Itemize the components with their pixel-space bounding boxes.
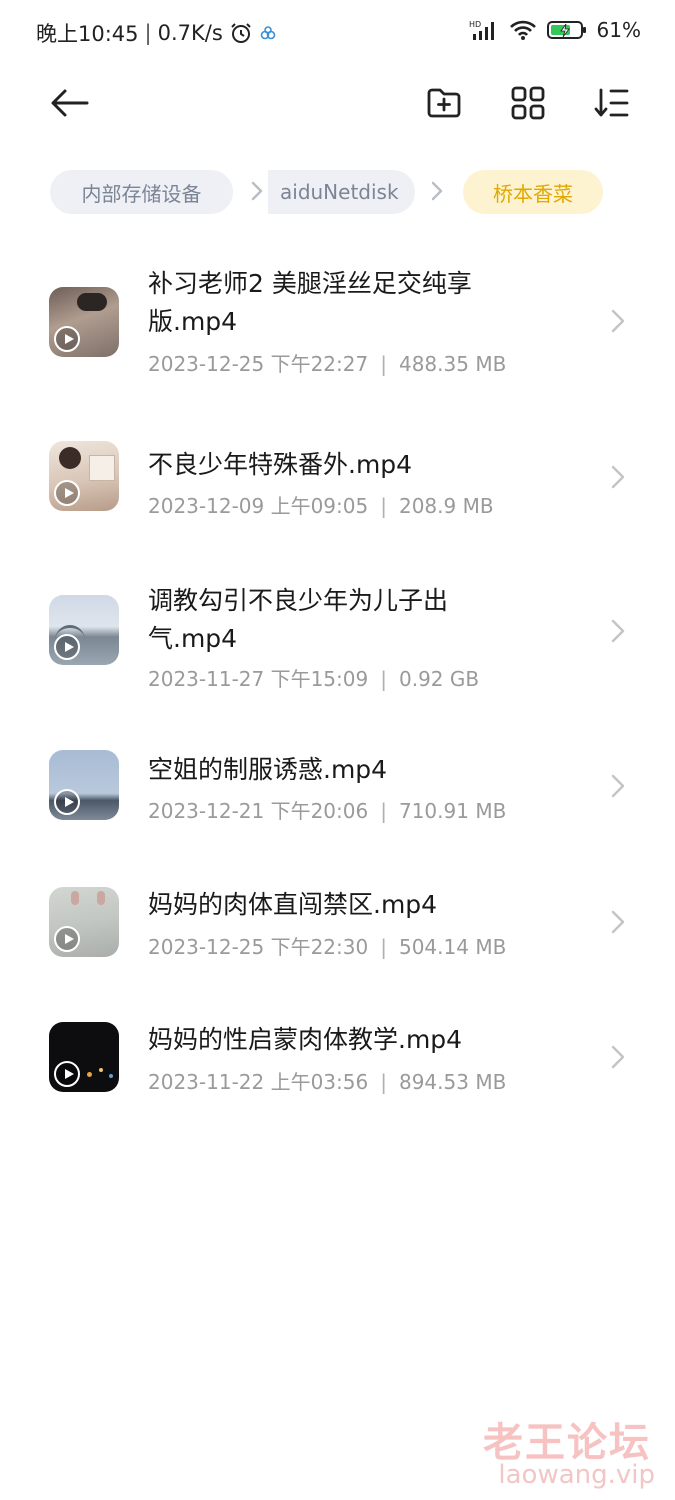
list-item[interactable]: 补习老师2 美腿淫丝足交纯享版.mp4 2023-12-25 下午22:27 | 4…	[0, 250, 675, 392]
file-size: 208.9 MB	[398, 494, 494, 518]
file-size: 0.92 GB	[398, 667, 480, 691]
meta-divider: |	[380, 799, 387, 823]
breadcrumb-item-current-folder[interactable]: 桥本香菜	[463, 170, 603, 214]
file-meta: 2023-12-21 下午20:06 | 710.91 MB	[148, 795, 506, 824]
file-name: 空姐的制服诱惑.mp4	[148, 755, 388, 784]
back-button[interactable]	[42, 76, 96, 130]
file-meta: 2023-11-22 上午03:56 | 894.53 MB	[148, 1066, 506, 1095]
meta-divider: |	[380, 352, 387, 376]
file-date: 2023-11-22 上午03:56	[148, 1070, 369, 1094]
file-name: 补习老师2 美腿淫丝足交纯享版.mp4	[148, 269, 472, 336]
play-icon	[54, 634, 80, 660]
signal-icon: HD	[469, 19, 499, 41]
file-date: 2023-12-09 上午09:05	[148, 494, 369, 518]
file-meta: 2023-12-09 上午09:05 | 208.9 MB	[148, 490, 494, 519]
play-icon	[54, 480, 80, 506]
breadcrumb-label: 桥本香菜	[493, 181, 573, 206]
battery-percent: 61%	[596, 18, 641, 42]
watermark-url: laowang.vip	[498, 1460, 655, 1490]
breadcrumb-item-netdisk[interactable]: aiduNetdisk	[268, 170, 415, 214]
file-size: 488.35 MB	[398, 352, 507, 376]
list-item[interactable]: 妈妈的肉体直闯禁区.mp4 2023-12-25 下午22:30 | 504.14 …	[0, 837, 675, 972]
file-name: 调教勾引不良少年为儿子出气.mp4	[148, 586, 449, 653]
cloud-sync-icon	[259, 24, 277, 42]
status-net-speed: 0.7K/s	[157, 21, 223, 45]
file-name: 妈妈的性启蒙肉体教学.mp4	[148, 1025, 463, 1054]
file-date: 2023-12-25 下午22:30	[148, 935, 369, 959]
breadcrumb-label: aiduNetdisk	[280, 180, 399, 204]
battery-icon	[546, 19, 587, 41]
new-folder-icon	[426, 87, 462, 119]
back-arrow-icon	[49, 88, 89, 118]
sort-button[interactable]	[585, 76, 639, 130]
list-item[interactable]: 妈妈的性启蒙肉体教学.mp4 2023-11-22 上午03:56 | 894.53…	[0, 972, 675, 1112]
meta-divider: |	[380, 1070, 387, 1094]
status-divider: |	[144, 21, 152, 45]
breadcrumb-label: 内部存储设备	[81, 181, 202, 206]
chevron-right-icon	[608, 907, 626, 937]
file-date: 2023-11-27 下午15:09	[148, 667, 369, 691]
list-item[interactable]: 空姐的制服诱惑.mp4 2023-12-21 下午20:06 | 710.91 MB	[0, 702, 675, 837]
status-time: 晚上10:45	[36, 22, 139, 46]
chevron-right-icon	[248, 176, 266, 206]
toolbar	[0, 66, 675, 138]
breadcrumb-item-internal-storage[interactable]: 内部存储设备	[50, 170, 233, 214]
sort-icon	[594, 87, 630, 119]
alarm-icon	[229, 21, 253, 45]
grid-view-button[interactable]	[501, 76, 555, 130]
chevron-right-icon	[608, 616, 626, 646]
svg-text:HD: HD	[469, 20, 481, 29]
status-right: HD 61%	[469, 18, 641, 42]
play-icon	[54, 926, 80, 952]
video-thumbnail	[49, 595, 119, 665]
play-icon	[54, 789, 80, 815]
play-icon	[54, 1061, 80, 1087]
file-date: 2023-12-21 下午20:06	[148, 799, 369, 823]
play-icon	[54, 326, 80, 352]
wifi-icon	[509, 19, 537, 41]
video-thumbnail	[49, 441, 119, 511]
file-list: 补习老师2 美腿淫丝足交纯享版.mp4 2023-12-25 下午22:27 | 4…	[0, 250, 675, 1112]
chevron-right-icon	[608, 771, 626, 801]
chevron-right-icon	[428, 176, 446, 206]
video-thumbnail	[49, 887, 119, 957]
file-size: 710.91 MB	[398, 799, 507, 823]
status-bar: 晚上10:45 | 0.7K/s HD 61%	[0, 0, 675, 66]
chevron-right-icon	[608, 306, 626, 336]
meta-divider: |	[380, 935, 387, 959]
file-meta: 2023-12-25 下午22:30 | 504.14 MB	[148, 931, 506, 960]
file-size: 504.14 MB	[398, 935, 507, 959]
list-item[interactable]: 调教勾引不良少年为儿子出气.mp4 2023-11-27 下午15:09 | 0.9…	[0, 528, 675, 702]
chevron-right-icon	[608, 462, 626, 492]
file-size: 894.53 MB	[398, 1070, 507, 1094]
meta-divider: |	[380, 667, 387, 691]
file-name: 妈妈的肉体直闯禁区.mp4	[148, 890, 438, 919]
meta-divider: |	[380, 494, 387, 518]
file-date: 2023-12-25 下午22:27	[148, 352, 369, 376]
chevron-right-icon	[608, 1042, 626, 1072]
file-name: 不良少年特殊番外.mp4	[148, 450, 413, 479]
status-left: 晚上10:45 | 0.7K/s	[36, 18, 277, 48]
breadcrumb: 内部存储设备 aiduNetdisk 桥本香菜	[0, 166, 675, 216]
file-meta: 2023-11-27 下午15:09 | 0.92 GB	[148, 663, 479, 692]
list-item[interactable]: 不良少年特殊番外.mp4 2023-12-09 上午09:05 | 208.9 MB	[0, 392, 675, 528]
video-thumbnail	[49, 287, 119, 357]
new-folder-button[interactable]	[417, 76, 471, 130]
video-thumbnail	[49, 750, 119, 820]
grid-view-icon	[511, 86, 545, 120]
file-meta: 2023-12-25 下午22:27 | 488.35 MB	[148, 348, 506, 377]
video-thumbnail	[49, 1022, 119, 1092]
